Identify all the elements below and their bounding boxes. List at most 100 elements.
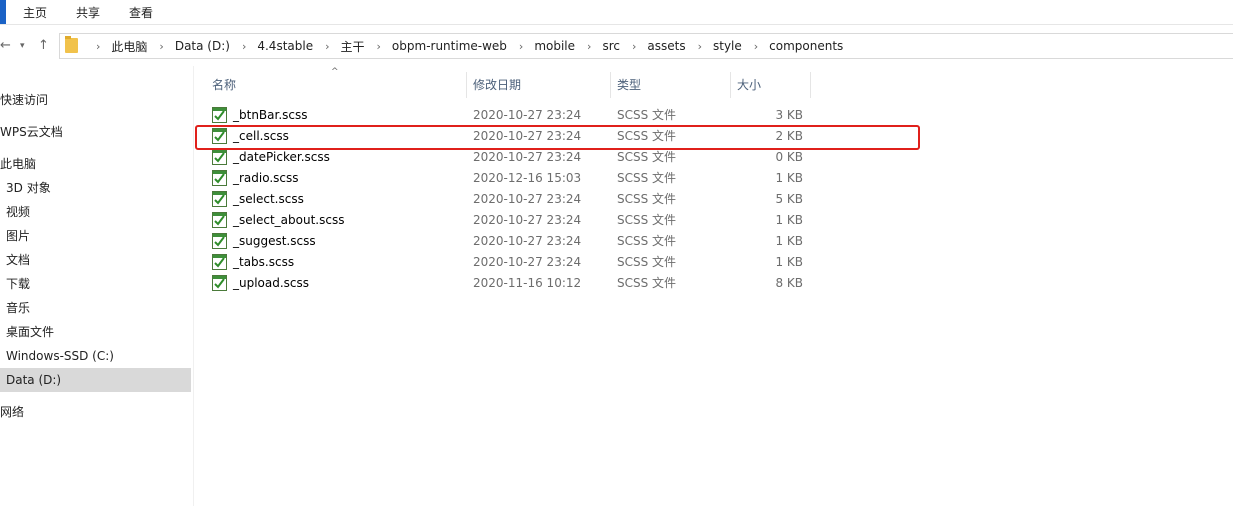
scss-file-icon bbox=[212, 128, 227, 144]
file-row[interactable]: _btnBar.scss 2020-10-27 23:24 SCSS 文件 3 … bbox=[196, 105, 918, 126]
scss-file-icon bbox=[212, 191, 227, 207]
sidebar-item-desktop[interactable]: 桌面文件 bbox=[6, 321, 54, 343]
tab-share[interactable]: 共享 bbox=[76, 4, 100, 21]
file-date: 2020-10-27 23:24 bbox=[473, 129, 582, 143]
file-type: SCSS 文件 bbox=[617, 108, 677, 122]
file-type: SCSS 文件 bbox=[617, 129, 677, 143]
file-date: 2020-10-27 23:24 bbox=[473, 108, 582, 122]
navigation-pane: 快速访问 WPS云文档 此电脑 3D 对象 视频 图片 文档 下载 音乐 桌面文… bbox=[0, 80, 192, 506]
file-name: _suggest.scss bbox=[233, 234, 316, 248]
file-size: 8 KB bbox=[775, 276, 803, 290]
breadcrumb-style[interactable]: style bbox=[713, 39, 742, 53]
tab-home[interactable]: 主页 bbox=[23, 4, 47, 21]
breadcrumb-components[interactable]: components bbox=[769, 39, 843, 53]
breadcrumb-obpm-runtime-web[interactable]: obpm-runtime-web bbox=[392, 39, 507, 53]
column-divider[interactable] bbox=[610, 72, 611, 98]
file-row[interactable]: _cell.scss 2020-10-27 23:24 SCSS 文件 2 KB bbox=[196, 126, 918, 147]
file-size: 1 KB bbox=[775, 234, 803, 248]
file-row[interactable]: _datePicker.scss 2020-10-27 23:24 SCSS 文… bbox=[196, 147, 918, 168]
chevron-right-icon[interactable]: › bbox=[377, 40, 381, 53]
up-arrow-icon[interactable]: ↑ bbox=[38, 38, 49, 53]
file-date: 2020-11-16 10:12 bbox=[473, 276, 582, 290]
breadcrumb-mobile[interactable]: mobile bbox=[534, 39, 575, 53]
file-row[interactable]: _select.scss 2020-10-27 23:24 SCSS 文件 5 … bbox=[196, 189, 918, 210]
back-arrow-icon[interactable]: ← bbox=[0, 38, 11, 53]
file-size: 5 KB bbox=[775, 192, 803, 206]
sidebar-item-this-pc[interactable]: 此电脑 bbox=[0, 153, 36, 175]
column-header-size[interactable]: 大小 bbox=[737, 72, 810, 98]
file-type: SCSS 文件 bbox=[617, 276, 677, 290]
file-type: SCSS 文件 bbox=[617, 255, 677, 269]
sidebar-item-drive-d[interactable]: Data (D:) bbox=[0, 368, 191, 392]
file-size: 1 KB bbox=[775, 171, 803, 185]
file-name: _upload.scss bbox=[233, 276, 310, 290]
chevron-right-icon[interactable]: › bbox=[96, 40, 100, 53]
sidebar-item-wps-cloud[interactable]: WPS云文档 bbox=[0, 121, 63, 143]
breadcrumb-assets[interactable]: assets bbox=[647, 39, 685, 53]
file-type: SCSS 文件 bbox=[617, 192, 677, 206]
recent-dropdown-icon[interactable]: ▾ bbox=[20, 41, 25, 51]
scss-file-icon bbox=[212, 149, 227, 165]
chevron-right-icon[interactable]: › bbox=[587, 40, 591, 53]
file-row[interactable]: _tabs.scss 2020-10-27 23:24 SCSS 文件 1 KB bbox=[196, 252, 918, 273]
ribbon: 主页 共享 查看 bbox=[0, 0, 1233, 25]
address-bar[interactable]: › 此电脑 › Data (D:) › 4.4stable › 主干 › obp… bbox=[59, 33, 1233, 59]
file-date: 2020-10-27 23:24 bbox=[473, 150, 582, 164]
file-size: 1 KB bbox=[775, 255, 803, 269]
chevron-right-icon[interactable]: › bbox=[325, 40, 329, 53]
chevron-right-icon[interactable]: › bbox=[698, 40, 702, 53]
breadcrumb-this-pc[interactable]: 此电脑 bbox=[111, 38, 147, 55]
column-divider[interactable] bbox=[730, 72, 731, 98]
file-type: SCSS 文件 bbox=[617, 150, 677, 164]
chevron-right-icon[interactable]: › bbox=[754, 40, 758, 53]
column-header-name[interactable]: 名称 bbox=[212, 72, 466, 98]
tab-view[interactable]: 查看 bbox=[129, 4, 153, 21]
column-divider[interactable] bbox=[810, 72, 811, 98]
file-size: 2 KB bbox=[775, 129, 803, 143]
scss-file-icon bbox=[212, 275, 227, 291]
file-date: 2020-10-27 23:24 bbox=[473, 213, 582, 227]
breadcrumb-44stable[interactable]: 4.4stable bbox=[257, 39, 313, 53]
file-type: SCSS 文件 bbox=[617, 213, 677, 227]
column-header-type[interactable]: 类型 bbox=[617, 72, 730, 98]
chevron-right-icon[interactable]: › bbox=[159, 40, 163, 53]
chevron-right-icon[interactable]: › bbox=[632, 40, 636, 53]
sidebar-item-music[interactable]: 音乐 bbox=[6, 297, 30, 319]
scss-file-icon bbox=[212, 212, 227, 228]
breadcrumb-trunk[interactable]: 主干 bbox=[341, 38, 365, 55]
file-row[interactable]: _select_about.scss 2020-10-27 23:24 SCSS… bbox=[196, 210, 918, 231]
file-date: 2020-12-16 15:03 bbox=[473, 171, 582, 185]
sidebar-item-network[interactable]: 网络 bbox=[0, 401, 24, 423]
file-type: SCSS 文件 bbox=[617, 171, 677, 185]
file-size: 3 KB bbox=[775, 108, 803, 122]
sidebar-item-drive-c[interactable]: Windows-SSD (C:) bbox=[6, 345, 114, 367]
breadcrumb: › 此电脑 › Data (D:) › 4.4stable › 主干 › obp… bbox=[84, 34, 843, 58]
chevron-right-icon[interactable]: › bbox=[242, 40, 246, 53]
sidebar-item-documents[interactable]: 文档 bbox=[6, 249, 30, 271]
column-header-date[interactable]: 修改日期 bbox=[473, 72, 610, 98]
sidebar-item-quick-access[interactable]: 快速访问 bbox=[0, 89, 48, 111]
sidebar-item-videos[interactable]: 视频 bbox=[6, 201, 30, 223]
sidebar-item-downloads[interactable]: 下载 bbox=[6, 273, 30, 295]
sidebar-item-pictures[interactable]: 图片 bbox=[6, 225, 30, 247]
chevron-right-icon[interactable]: › bbox=[519, 40, 523, 53]
scss-file-icon bbox=[212, 170, 227, 186]
file-name: _datePicker.scss bbox=[233, 150, 330, 164]
file-row[interactable]: _radio.scss 2020-12-16 15:03 SCSS 文件 1 K… bbox=[196, 168, 918, 189]
file-tab[interactable] bbox=[0, 0, 6, 24]
file-name: _select.scss bbox=[233, 192, 304, 206]
file-name: _tabs.scss bbox=[233, 255, 295, 269]
pane-divider[interactable] bbox=[193, 66, 194, 506]
file-row[interactable]: _upload.scss 2020-11-16 10:12 SCSS 文件 8 … bbox=[196, 273, 918, 294]
breadcrumb-data-drive[interactable]: Data (D:) bbox=[175, 39, 230, 53]
file-name: _cell.scss bbox=[233, 129, 289, 143]
folder-icon bbox=[65, 36, 78, 53]
file-date: 2020-10-27 23:24 bbox=[473, 255, 582, 269]
scss-file-icon bbox=[212, 233, 227, 249]
sidebar-item-3d-objects[interactable]: 3D 对象 bbox=[6, 177, 51, 199]
column-divider[interactable] bbox=[466, 72, 467, 98]
file-name: _select_about.scss bbox=[233, 213, 345, 227]
file-size: 1 KB bbox=[775, 213, 803, 227]
file-row[interactable]: _suggest.scss 2020-10-27 23:24 SCSS 文件 1… bbox=[196, 231, 918, 252]
breadcrumb-src[interactable]: src bbox=[602, 39, 620, 53]
